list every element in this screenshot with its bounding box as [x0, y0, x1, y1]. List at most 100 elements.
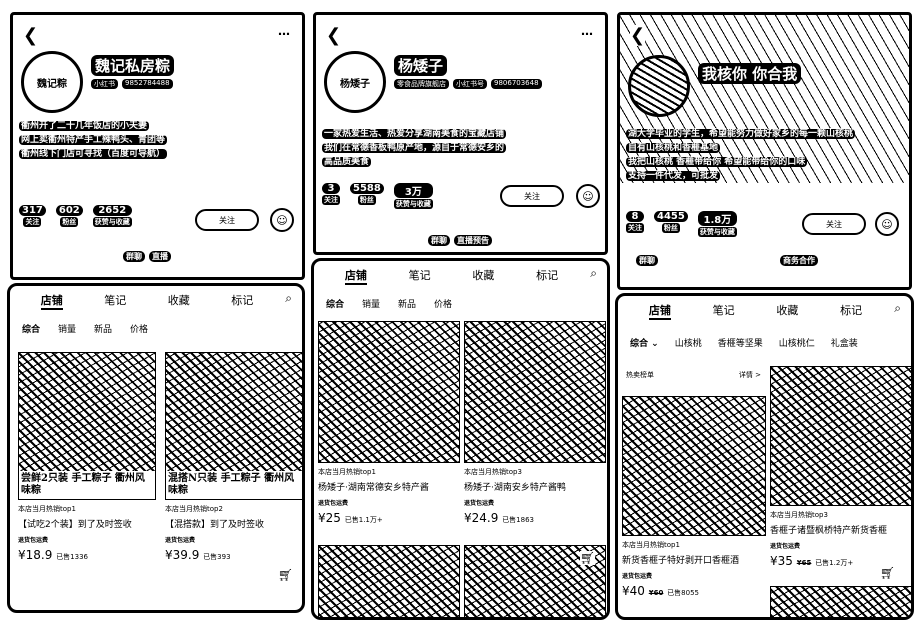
product-card[interactable]: 混搭N只装 手工粽子 衢州风味粽 本店当月热销top2 【混搭款】到了及时签收 … [165, 352, 302, 562]
stat-followers[interactable]: 5588 粉丝 [350, 183, 384, 209]
group-chat-tag[interactable]: 群聊 [428, 235, 450, 246]
filter-all[interactable]: 综合 [22, 322, 40, 335]
follow-button[interactable]: 关注 [802, 213, 866, 235]
shipping-label: 退货包运费 [165, 537, 196, 544]
follow-button[interactable]: 关注 [195, 209, 259, 231]
shop-card-1: 店铺 笔记 收藏 标记 ⌕ 综合 销量 新品 价格 尝鲜2只装 手工粽子 衢州风味粽 本店当… [7, 283, 305, 613]
filter-price[interactable]: 价格 [130, 322, 148, 335]
filter-price[interactable]: 价格 [434, 297, 452, 310]
stat-likes[interactable]: 1.8万 获赞与收藏 [697, 211, 737, 237]
tab-shop[interactable]: 店铺 [648, 302, 671, 320]
filter-all[interactable]: 综合 [326, 297, 344, 310]
message-icon[interactable]: ☺ [875, 212, 899, 236]
cart-icon[interactable]: 🛒︎ [278, 568, 293, 582]
business-tag[interactable]: 商务合作 [780, 255, 818, 266]
more-icon[interactable]: ⋯ [278, 27, 290, 41]
avatar[interactable] [628, 55, 690, 117]
shop-card-2: 店铺 笔记 收藏 标记 ⌕ 综合 销量 新品 价格 本店当月热销top1 杨矮子·湖南常德安… [311, 258, 610, 620]
filter-sales[interactable]: 销量 [362, 297, 380, 310]
rank-label: 本店当月热销top1 [18, 505, 76, 513]
profile-card-1: ❮ ⋯ 魏记粽 魏记私房粽 小红书 9852784488 衢州开了二十几年饭店的小… [10, 12, 305, 280]
badges: 零食品牌旗舰店 小红书号 9806703648 [394, 79, 542, 89]
stats: 3 关注 5588 粉丝 3万 获赞与收藏 [322, 183, 433, 209]
product-card[interactable]: 本店当月热销top1 新货香榧子特好剥开口香榧酒 退货包运费 ¥40 ¥60 已… [622, 396, 766, 598]
back-icon[interactable]: ❮ [630, 25, 646, 46]
filter-all[interactable]: 综合 ⌄ [630, 336, 659, 349]
price: ¥18.9 已售1336 [18, 548, 89, 562]
filter-new[interactable]: 新品 [94, 322, 112, 335]
cart-icon[interactable]: 🛒︎ [580, 551, 596, 565]
tab-collect[interactable]: 收藏 [472, 267, 494, 285]
search-icon[interactable]: ⌕ [894, 301, 901, 316]
product-image [622, 396, 766, 536]
tab-mark[interactable]: 标记 [231, 292, 253, 310]
message-icon[interactable]: ☺ [576, 184, 600, 208]
search-icon[interactable]: ⌕ [285, 291, 292, 306]
product-image [770, 366, 911, 506]
profile-card-3: ❮ 我核你 你合我 湖大学毕业的学生，希望能努力做好家乡的每一颗山核桃 自有山核桃… [617, 12, 912, 290]
back-icon[interactable]: ❮ [326, 25, 341, 46]
product-card[interactable]: 本店当月热销top1 杨矮子·湖南常德安乡特产酱 退货包运费 ¥25 已售1.1… [318, 321, 460, 525]
filter-walnut-kernel[interactable]: 山核桃仁 [779, 336, 815, 349]
stats: 8 关注 4455 粉丝 1.8万 获赞与收藏 [626, 211, 737, 237]
bio: 衢州开了二十几年饭店的小夫妻 网上卖衢州特产手工辣鸭头、青团等 衢州线下门店可寻找（… [19, 121, 168, 159]
filter-walnut[interactable]: 山核桃 [675, 336, 702, 349]
product-title: 【试吃2个装】到了及时签收 [18, 520, 132, 530]
live-tag[interactable]: 直播 [149, 251, 171, 262]
profile-card-2: ❮ ⋯ 杨矮子 杨矮子 零食品牌旗舰店 小红书号 9806703648 一家热爱生活… [313, 12, 608, 255]
tab-notes[interactable]: 笔记 [104, 292, 126, 310]
filter-gift-box[interactable]: 礼盒装 [831, 336, 858, 349]
tab-collect[interactable]: 收藏 [168, 292, 190, 310]
tab-shop[interactable]: 店铺 [40, 292, 63, 310]
product-image: 混搭N只装 手工粽子 衢州风味粽 [165, 352, 302, 500]
search-icon[interactable]: ⌕ [590, 266, 597, 281]
product-image [464, 321, 606, 463]
product-image[interactable] [318, 545, 460, 617]
tab-collect[interactable]: 收藏 [776, 302, 798, 320]
tabs: 店铺 笔记 收藏 标记 [10, 292, 302, 310]
tab-mark[interactable]: 标记 [840, 302, 862, 320]
product-title: 【混搭款】到了及时签收 [165, 520, 265, 530]
stat-following[interactable]: 3 关注 [322, 183, 340, 209]
message-icon[interactable]: ☺ [270, 208, 294, 232]
shipping-label: 退货包运费 [18, 537, 49, 544]
stat-following[interactable]: 8 关注 [626, 211, 644, 237]
rank-label: 本店当月热销top2 [165, 505, 223, 513]
shop-name: 我核你 你合我 [698, 63, 802, 84]
filters: 综合 销量 新品 价格 [22, 322, 148, 335]
shop-name: 魏记私房粽 [91, 55, 175, 76]
back-icon[interactable]: ❮ [23, 25, 38, 46]
tab-shop[interactable]: 店铺 [344, 267, 367, 285]
bio: 一家热爱生活、热爱分享湖南美食的宝藏店铺 我们在常德香板鸭原产地，源自于常德安乡的… [322, 129, 507, 167]
filter-new[interactable]: 新品 [398, 297, 416, 310]
badges: 小红书 9852784488 [91, 79, 173, 89]
product-card[interactable]: 本店当月热销top3 杨矮子·湖南安乡特产酱鸭 退货包运费 ¥24.9 已售18… [464, 321, 606, 525]
filter-sales[interactable]: 销量 [58, 322, 76, 335]
product-image[interactable] [770, 586, 911, 617]
bio: 湖大学毕业的学生，希望能努力做好家乡的每一颗山核桃 自有山核桃和香榧基地 我把山核桃… [626, 129, 856, 181]
stat-likes[interactable]: 3万 获赞与收藏 [393, 183, 433, 209]
stat-following[interactable]: 317 关注 [19, 205, 46, 227]
group-chat-tag[interactable]: 群聊 [636, 255, 658, 266]
shop-card-3: 店铺 笔记 收藏 标记 ⌕ 综合 ⌄ 山核桃 香榧等坚果 山核桃仁 礼盒装 热卖榜单 详情 > … [615, 293, 914, 620]
group-chat-tag[interactable]: 群聊 [123, 251, 145, 262]
tab-mark[interactable]: 标记 [536, 267, 558, 285]
shop-name: 杨矮子 [394, 55, 448, 76]
product-card[interactable]: 本店当月热销top3 香榧子诸暨枫桥特产新货香榧 退货包运费 ¥35 ¥65 已… [770, 366, 911, 568]
stat-likes[interactable]: 2652 获赞与收藏 [92, 205, 132, 227]
avatar[interactable]: 魏记粽 [21, 51, 83, 113]
tab-notes[interactable]: 笔记 [713, 302, 735, 320]
stat-followers[interactable]: 602 粉丝 [55, 205, 83, 227]
ranking-row[interactable]: 热卖榜单 详情 > [626, 370, 761, 380]
stats: 317 关注 602 粉丝 2652 获赞与收藏 [19, 205, 132, 227]
live-preview-tag[interactable]: 直播预告 [454, 235, 492, 246]
product-card[interactable]: 尝鲜2只装 手工粽子 衢州风味粽 本店当月热销top1 【试吃2个装】到了及时签… [18, 352, 156, 562]
avatar[interactable]: 杨矮子 [324, 51, 386, 113]
cart-icon[interactable]: 🛒︎ [880, 566, 895, 580]
tab-notes[interactable]: 笔记 [409, 267, 431, 285]
follow-button[interactable]: 关注 [500, 185, 564, 207]
stat-followers[interactable]: 4455 粉丝 [654, 211, 688, 237]
more-icon[interactable]: ⋯ [581, 27, 593, 41]
price: ¥39.9 已售393 [165, 548, 231, 562]
filter-nuts[interactable]: 香榧等坚果 [718, 336, 763, 349]
